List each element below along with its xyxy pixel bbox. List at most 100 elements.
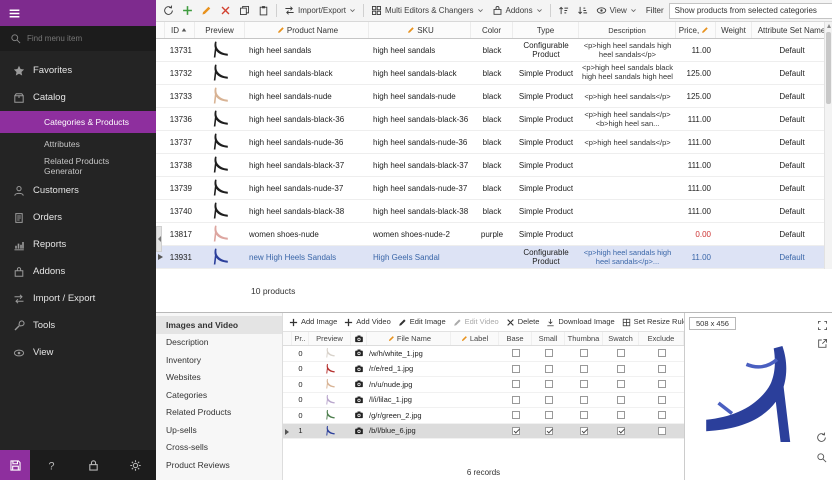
preview-zoom-button[interactable] (816, 449, 827, 464)
sidebar-item[interactable]: Addons (0, 258, 156, 285)
images-toolbar-button[interactable]: Edit Image (395, 315, 449, 329)
sort-asc-button[interactable] (555, 3, 572, 18)
swatch-checkbox[interactable] (617, 380, 625, 388)
lock-button[interactable] (78, 450, 108, 480)
base-checkbox[interactable] (512, 396, 520, 404)
row-expander[interactable] (156, 177, 165, 199)
product-row[interactable]: 13736 high heel sandals-black-36 high he… (156, 108, 832, 131)
swatch-checkbox[interactable] (617, 411, 625, 419)
product-row[interactable]: 13737 high heel sandals-nude-36 high hee… (156, 131, 832, 154)
product-price-cell[interactable]: 111.00 (676, 115, 716, 124)
scrollbar-thumb[interactable] (826, 32, 831, 104)
product-row[interactable]: 13740 high heel sandals-black-38 high he… (156, 200, 832, 223)
exclude-checkbox[interactable] (658, 411, 666, 419)
images-toolbar-button[interactable]: Download Image (543, 315, 617, 329)
paste-button[interactable] (255, 3, 272, 18)
product-name-cell[interactable]: high heel sandals-black-36 (245, 115, 369, 124)
product-sku-cell[interactable]: high heel sandals (369, 46, 471, 55)
small-checkbox[interactable] (545, 427, 553, 435)
product-sku-cell[interactable]: high heel sandals-nude-36 (369, 138, 471, 147)
settings-button[interactable] (120, 450, 150, 480)
column-header-media-type[interactable] (351, 332, 367, 345)
sidebar-item[interactable]: Favorites (0, 57, 156, 84)
menu-search-input[interactable] (27, 34, 132, 43)
thumbnail-checkbox[interactable] (580, 380, 588, 388)
refresh-button[interactable] (160, 3, 177, 18)
swatch-checkbox[interactable] (617, 396, 625, 404)
exclude-checkbox[interactable] (658, 396, 666, 404)
delete-product-button[interactable] (217, 3, 234, 18)
exclude-checkbox[interactable] (658, 349, 666, 357)
image-file-name-cell[interactable]: /w/h/white_1.jpg (367, 349, 451, 358)
product-price-cell[interactable]: 111.00 (676, 184, 716, 193)
column-header-price[interactable]: Price, (676, 22, 716, 38)
exclude-checkbox[interactable] (658, 365, 666, 373)
column-header-attribute-set[interactable]: Attribute Set Name (752, 22, 832, 38)
images-toolbar-button[interactable]: Add Image (286, 315, 340, 329)
product-row[interactable]: 13733 high heel sandals-nude high heel s… (156, 85, 832, 108)
thumbnail-checkbox[interactable] (580, 349, 588, 357)
product-sku-cell[interactable]: high heel sandals-black-37 (369, 161, 471, 170)
product-price-cell[interactable]: 125.00 (676, 92, 716, 101)
product-name-cell[interactable]: women shoes-nude (245, 230, 369, 239)
product-name-cell[interactable]: new High Heels Sandals (245, 253, 369, 262)
thumbnail-checkbox[interactable] (580, 365, 588, 373)
multi-editors-dropdown[interactable]: Multi Editors & Changers (368, 3, 486, 18)
swatch-checkbox[interactable] (617, 427, 625, 435)
sidebar-item[interactable]: Attributes (0, 133, 156, 155)
open-external-button[interactable] (817, 335, 828, 350)
thumbnail-checkbox[interactable] (580, 427, 588, 435)
product-row[interactable]: 13738 high heel sandals-black-37 high he… (156, 154, 832, 177)
product-description-cell[interactable]: <p>high heel sandals</p> (579, 138, 676, 147)
detail-tab[interactable]: Websites (156, 369, 282, 387)
column-header-small[interactable]: Small (532, 332, 565, 345)
column-header-color[interactable]: Color (471, 22, 513, 38)
base-checkbox[interactable] (512, 380, 520, 388)
product-name-cell[interactable]: high heel sandals-black (245, 69, 369, 78)
product-sku-cell[interactable]: high heel sandals-nude (369, 92, 471, 101)
detail-tab[interactable]: Cross-sells (156, 439, 282, 457)
sidebar-item[interactable]: View (0, 339, 156, 366)
exclude-checkbox[interactable] (658, 380, 666, 388)
column-header-type[interactable]: Type (513, 22, 579, 38)
image-file-name-cell[interactable]: /g/r/green_2.jpg (367, 411, 451, 420)
import-export-dropdown[interactable]: Import/Export (281, 3, 359, 18)
product-sku-cell[interactable]: high heel sandals-black-38 (369, 207, 471, 216)
images-toolbar-button[interactable]: Edit Video (450, 315, 502, 329)
images-toolbar-button[interactable]: Delete (503, 315, 543, 329)
product-row[interactable]: 13817 women shoes-nude women shoes-nude-… (156, 223, 832, 246)
column-header-product-name[interactable]: Product Name (245, 22, 369, 38)
product-sku-cell[interactable]: high heel sandals-black (369, 69, 471, 78)
edit-product-button[interactable] (198, 3, 215, 18)
product-name-cell[interactable]: high heel sandals-nude (245, 92, 369, 101)
image-file-name-cell[interactable]: /r/e/red_1.jpg (367, 364, 451, 373)
column-header-file-name[interactable]: File Name (367, 332, 451, 345)
swatch-checkbox[interactable] (617, 365, 625, 373)
product-sku-cell[interactable]: High Geels Sandal (369, 253, 471, 262)
sidebar-item[interactable]: Tools (0, 312, 156, 339)
help-button[interactable] (36, 450, 66, 480)
detail-tab[interactable]: Description (156, 334, 282, 352)
product-price-cell[interactable]: 111.00 (676, 207, 716, 216)
base-checkbox[interactable] (512, 411, 520, 419)
sidebar-item[interactable]: Import / Export (0, 285, 156, 312)
small-checkbox[interactable] (545, 396, 553, 404)
row-expander[interactable] (156, 131, 165, 153)
product-name-cell[interactable]: high heel sandals-nude-36 (245, 138, 369, 147)
product-sku-cell[interactable]: high heel sandals-black-36 (369, 115, 471, 124)
product-price-cell[interactable]: 0.00 (676, 230, 716, 239)
base-checkbox[interactable] (512, 427, 520, 435)
image-row[interactable]: 1 /b/l/blue_6.jpg (283, 424, 684, 440)
detail-tab[interactable]: Categories (156, 386, 282, 404)
column-header-id[interactable]: ID (165, 22, 195, 38)
image-file-name-cell[interactable]: /b/l/blue_6.jpg (367, 426, 451, 435)
product-description-cell[interactable]: <p>high heel sandals high heel sandals</… (579, 41, 676, 59)
product-description-cell[interactable]: <p>high heel sandals high heel sandals</… (579, 248, 676, 266)
row-expander[interactable] (156, 154, 165, 176)
product-price-cell[interactable]: 111.00 (676, 161, 716, 170)
sidebar-item[interactable]: Related Products Generator (0, 155, 156, 177)
sidebar-search[interactable] (0, 26, 156, 51)
detail-tab[interactable]: Related Products (156, 404, 282, 422)
row-expander[interactable] (156, 39, 165, 61)
column-header-image-preview[interactable]: Preview (309, 332, 351, 345)
